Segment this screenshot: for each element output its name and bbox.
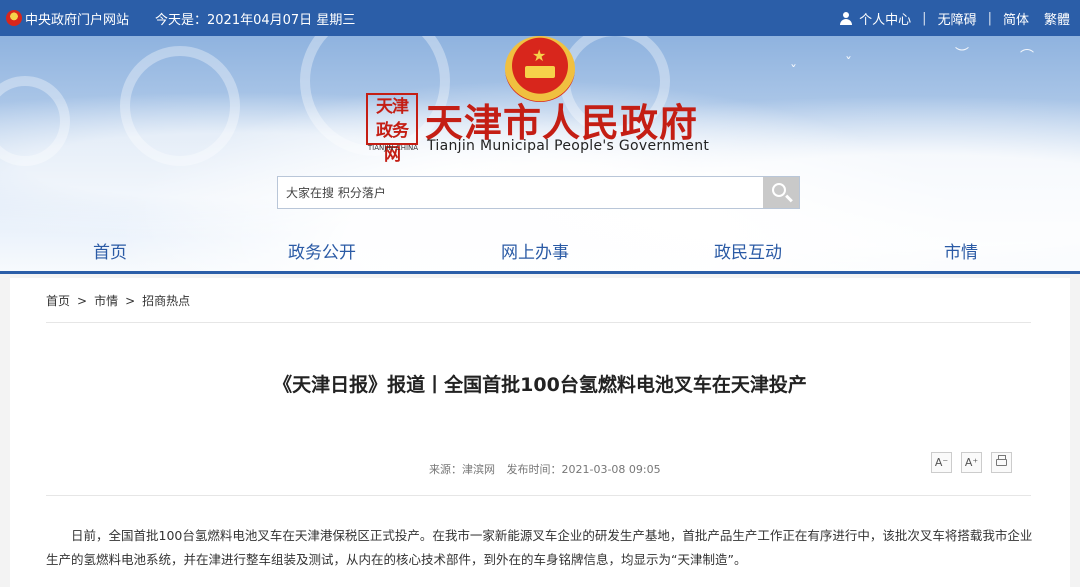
tianjin-seal-logo: 天津 政务 网 xyxy=(366,93,418,165)
nav-item-online-services[interactable]: 网上办事 xyxy=(501,238,569,263)
breadcrumb-home[interactable]: 首页 xyxy=(46,294,70,308)
star-icon: ★ xyxy=(532,46,547,65)
article-meta: 来源：津滨网 发布时间：2021-03-08 09:05 xyxy=(429,461,661,477)
site-banner: ︶ ⌒ ˇ ˇ ★ 天津 政务 网 TIANJIN·CHINA 天津市人民政府 … xyxy=(0,36,1080,272)
article-body: 日前，全国首批100台氢燃料电池叉车在天津港保税区正式投产。在我市一家新能源叉车… xyxy=(46,528,1033,567)
decorative-flower xyxy=(0,76,70,166)
seal-caption: TIANJIN·CHINA xyxy=(367,144,419,152)
article-source: 来源：津滨网 xyxy=(429,463,495,476)
breadcrumb: 首页 > 市情 > 招商热点 xyxy=(46,292,190,309)
article-container: 首页 > 市情 > 招商热点 《天津日报》报道丨全国首批100台氢燃料电池叉车在天津投产… xyxy=(10,278,1070,587)
site-subtitle: Tianjin Municipal People's Government xyxy=(427,138,710,154)
top-bar-left: 中央政府门户网站 今天是：2021年04月07日 星期三 xyxy=(6,0,355,36)
current-date: 今天是：2021年04月07日 星期三 xyxy=(155,12,356,28)
user-icon xyxy=(840,11,853,25)
national-emblem-icon xyxy=(6,10,22,26)
top-bar-right: 个人中心 | 无障碍 | 简体 繁體 xyxy=(840,0,1070,36)
nav-item-home[interactable]: 首页 xyxy=(93,238,127,263)
search-button[interactable] xyxy=(763,177,799,208)
search-box xyxy=(277,176,800,209)
bird-icon: ˇ xyxy=(790,64,797,80)
divider xyxy=(46,322,1031,323)
separator: | xyxy=(922,10,927,26)
printer-icon xyxy=(996,455,1007,466)
central-gov-portal-link[interactable]: 中央政府门户网站 xyxy=(25,9,129,28)
breadcrumb-city-info[interactable]: 市情 xyxy=(94,294,118,308)
breadcrumb-separator: > xyxy=(77,294,88,308)
bird-icon: ︶ xyxy=(955,47,969,63)
traditional-chinese-link[interactable]: 繁體 xyxy=(1044,9,1070,28)
article-publish-time: 发布时间：2021-03-08 09:05 xyxy=(506,463,661,476)
personal-center-link[interactable]: 个人中心 xyxy=(859,9,911,28)
nav-item-gov-affairs[interactable]: 政务公开 xyxy=(288,238,356,263)
breadcrumb-investment[interactable]: 招商热点 xyxy=(142,294,190,308)
print-button[interactable] xyxy=(991,452,1012,473)
simplified-chinese-link[interactable]: 简体 xyxy=(1003,9,1029,28)
nav-item-interaction[interactable]: 政民互动 xyxy=(714,238,782,263)
accessibility-link[interactable]: 无障碍 xyxy=(938,9,977,28)
font-increase-button[interactable]: A⁺ xyxy=(961,452,982,473)
decorative-flower xyxy=(120,46,240,166)
top-bar: 中央政府门户网站 今天是：2021年04月07日 星期三 个人中心 | 无障碍 … xyxy=(0,0,1080,36)
article-title: 《天津日报》报道丨全国首批100台氢燃料电池叉车在天津投产 xyxy=(273,374,807,396)
tiananmen-icon xyxy=(525,66,555,78)
breadcrumb-separator: > xyxy=(125,294,136,308)
bird-icon: ˇ xyxy=(845,56,852,72)
separator: | xyxy=(987,10,992,26)
divider xyxy=(46,495,1031,496)
search-input[interactable] xyxy=(278,177,764,208)
bird-icon: ⌒ xyxy=(1020,49,1034,65)
search-icon xyxy=(772,183,786,197)
main-nav: 首页 政务公开 网上办事 政民互动 市情 xyxy=(0,238,1080,272)
font-decrease-button[interactable]: A⁻ xyxy=(931,452,952,473)
nav-item-city-info[interactable]: 市情 xyxy=(944,238,978,263)
nav-underline xyxy=(0,271,1080,274)
